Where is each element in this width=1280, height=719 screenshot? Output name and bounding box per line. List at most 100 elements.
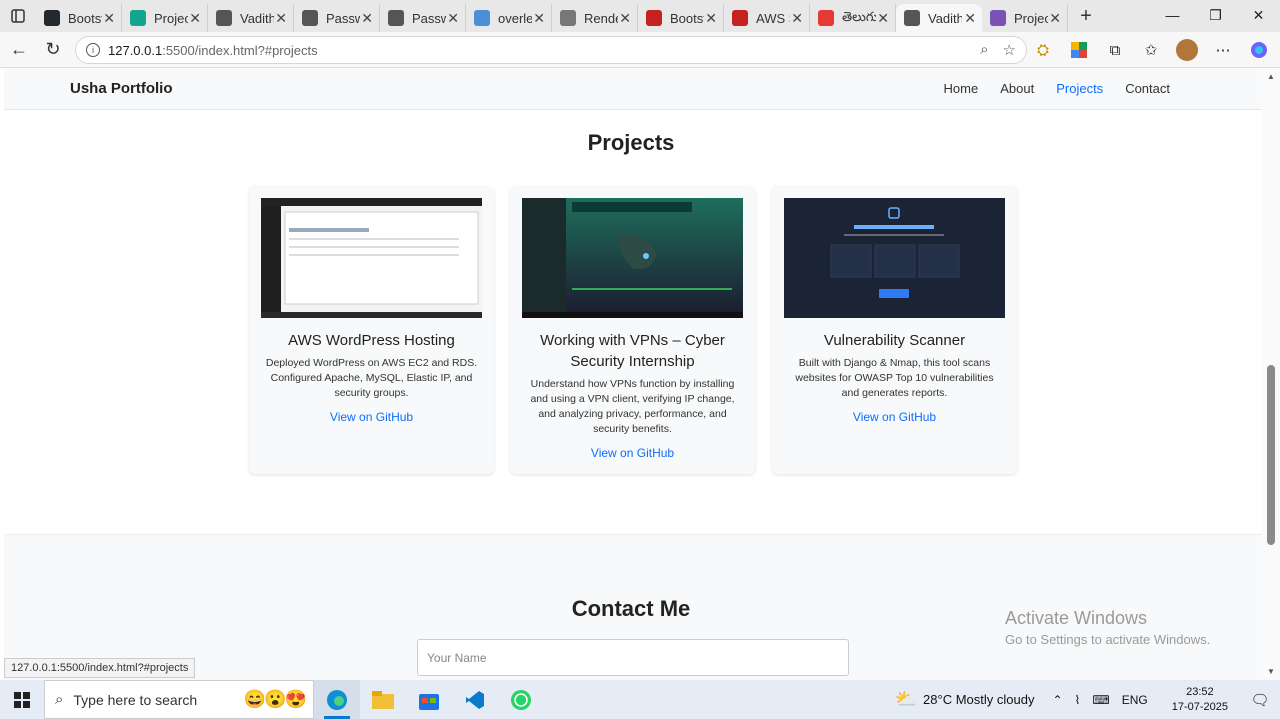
page-scrollbar[interactable]: ▲ ▼ [1262,68,1280,680]
keyboard-icon[interactable]: ⌨ [1092,693,1109,707]
refresh-button[interactable]: ↻ [36,32,70,68]
browser-tab[interactable]: Projects✕ [982,4,1068,32]
pdf-icon [646,10,662,26]
bootstrap-icon [990,10,1006,26]
copilot-icon[interactable] [1246,36,1272,64]
close-tab-icon[interactable]: ✕ [791,10,803,27]
activate-windows-watermark: Activate Windows Go to Settings to activ… [1005,608,1210,647]
whatsapp-icon[interactable] [498,680,544,719]
nav-home[interactable]: Home [944,81,979,96]
name-input[interactable] [417,639,849,676]
pdf-icon [732,10,748,26]
zoom-icon[interactable]: ⌕ [980,41,988,59]
close-tab-icon[interactable]: ✕ [275,10,287,27]
browser-tab[interactable]: Password✕ [294,4,380,32]
start-button[interactable] [0,680,44,719]
tab-title: AWS S [756,10,790,26]
project-card-scanner: Vulnerability Scanner Built with Django … [772,186,1017,474]
github-icon [44,10,60,26]
project-title: Working with VPNs – Cyber Security Inter… [540,332,725,370]
nav-menu: Home About Projects Contact [944,81,1170,96]
activate-subtitle: Go to Settings to activate Windows. [1005,632,1211,647]
site-info-icon[interactable]: i [86,43,100,57]
tab-title: Password [326,10,360,26]
back-button[interactable]: ← [2,32,36,68]
close-tab-icon[interactable]: ✕ [1049,10,1061,27]
workspaces-button[interactable] [0,0,36,32]
project-card-vpn: Working with VPNs – Cyber Security Inter… [510,186,755,474]
browser-tab[interactable]: Vaditha✕ [208,4,294,32]
tab-title: Render [584,10,618,26]
restore-button[interactable]: ❐ [1194,0,1237,30]
tab-title: Bootstrap [68,10,102,26]
favorites-icon[interactable]: ✩ [1138,36,1164,64]
extension-alert-icon[interactable]: ⛭ [1030,36,1056,64]
project-title: AWS WordPress Hosting [288,332,455,349]
store-icon[interactable] [406,680,452,719]
browser-tab[interactable]: Bootstrap✕ [36,4,122,32]
browser-tab[interactable]: Render✕ [552,4,638,32]
scroll-up-icon[interactable]: ▲ [1267,72,1275,81]
taskbar-search-placeholder: Type here to search [73,691,198,708]
tab-title: Bootstrap [670,10,704,26]
scrollbar-thumb[interactable] [1267,365,1275,545]
nav-projects[interactable]: Projects [1056,81,1103,96]
scroll-down-icon[interactable]: ▼ [1267,667,1275,676]
network-icon[interactable]: ⌇ [1075,693,1081,707]
project-thumbnail-vpn [522,198,743,318]
profile-avatar[interactable] [1174,36,1200,64]
nav-contact[interactable]: Contact [1125,81,1170,96]
browser-tab[interactable]: Bootstrap✕ [638,4,724,32]
clock-date: 17-07-2025 [1171,700,1228,713]
extensions-puzzle-icon[interactable]: ⧉ [1102,36,1128,64]
weather-widget[interactable]: ⛅ 28°C Mostly cloudy [895,689,1035,710]
close-tab-icon[interactable]: ✕ [447,10,459,27]
file-explorer-icon[interactable] [360,680,406,719]
close-tab-icon[interactable]: ✕ [533,10,545,27]
youtube-icon [818,10,834,26]
extension-colorful-icon[interactable] [1066,36,1092,64]
view-github-link[interactable]: View on GitHub [249,410,494,424]
emoji-decoration-icon: 😄😮😍 [243,689,307,709]
clock[interactable]: 23:52 17-07-2025 [1172,685,1228,715]
browser-tab-bar: Bootstrap✕Projects✕Vaditha✕Password✕Pass… [0,0,1280,32]
browser-tab[interactable]: Password✕ [380,4,466,32]
address-bar[interactable]: i 127.0.0.1:5500/index.html?#projects ⌕ … [75,36,1027,64]
notification-icon[interactable]: 🗨 [1240,680,1280,719]
view-github-link[interactable]: View on GitHub [510,446,755,460]
close-tab-icon[interactable]: ✕ [103,10,115,27]
close-window-button[interactable]: ✕ [1237,0,1280,30]
close-tab-icon[interactable]: ✕ [877,10,889,27]
browser-tab[interactable]: తెలుగు ✕ [810,4,896,32]
minimize-button[interactable]: — [1151,0,1194,30]
browser-tab[interactable]: Vaditha✕ [896,4,982,32]
language-indicator[interactable]: ENG [1122,693,1148,707]
url-text[interactable]: 127.0.0.1:5500/index.html?#projects [108,43,318,58]
tab-actions-icon [11,9,25,23]
cloudy-weather-icon: ⛅ [894,689,918,709]
browser-tab[interactable]: overleaf✕ [466,4,552,32]
favorite-star-icon[interactable]: ☆ [1003,41,1016,59]
search-icon: ⌕ [55,691,64,708]
new-tab-button[interactable]: + [1068,0,1104,32]
close-tab-icon[interactable]: ✕ [705,10,717,27]
browser-tab[interactable]: Projects✕ [122,4,208,32]
project-description: Understand how VPNs function by installi… [530,378,735,435]
more-menu-icon[interactable]: ⋯ [1210,36,1236,64]
diamond-icon [130,10,146,26]
taskbar-search[interactable]: ⌕ Type here to search 😄😮😍 [44,680,314,719]
address-toolbar: ← ↻ i 127.0.0.1:5500/index.html?#project… [0,32,1280,68]
close-tab-icon[interactable]: ✕ [964,10,976,27]
close-tab-icon[interactable]: ✕ [619,10,631,27]
site-brand[interactable]: Usha Portfolio [70,80,173,97]
view-github-link[interactable]: View on GitHub [772,410,1017,424]
close-tab-icon[interactable]: ✕ [361,10,373,27]
windows-logo-icon [14,691,30,708]
edge-taskbar-icon[interactable] [314,680,360,719]
clock-time: 23:52 [1186,685,1214,698]
show-hidden-icons-icon[interactable]: ⌃ [1052,693,1062,707]
browser-tab[interactable]: AWS S✕ [724,4,810,32]
vscode-icon[interactable] [452,680,498,719]
close-tab-icon[interactable]: ✕ [189,10,201,27]
nav-about[interactable]: About [1000,81,1034,96]
